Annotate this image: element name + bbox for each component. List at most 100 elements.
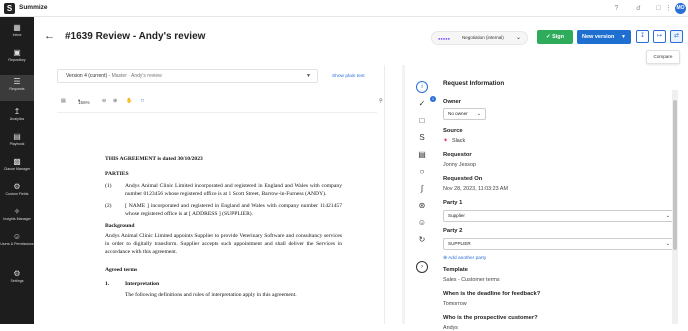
- party-2-paragraph: (2) [ NAME ] incorporated and registered…: [105, 202, 342, 218]
- people-icon[interactable]: ☺: [416, 217, 428, 229]
- doc-toolbar: ▤ 156% ▾ ⊖ ⊕ ✋ □ ⚲: [57, 96, 385, 108]
- sidebar-item-custom-fields[interactable]: ⚙ Custom Fields: [0, 180, 34, 204]
- search-icon[interactable]: ⚲: [379, 98, 383, 104]
- customer-label: Who is the prospective customer?: [443, 315, 538, 321]
- stage-select[interactable]: ●●●●● Negotiation (internal) ⌄: [431, 31, 528, 45]
- grid-icon[interactable]: ⋮: [664, 4, 673, 13]
- background-heading: Background: [105, 223, 135, 229]
- sidebar-item-users-permissions[interactable]: ☺ Users & Permissions: [0, 230, 34, 258]
- sidebar-item-label: Settings: [10, 279, 24, 283]
- select-icon[interactable]: □: [141, 98, 144, 104]
- help-icon[interactable]: ?: [612, 4, 621, 13]
- paragraph-number: (1): [105, 183, 112, 189]
- clause-icon: ▩: [13, 157, 21, 166]
- paragraph-text: [ NAME ] incorporated and registered in …: [125, 203, 342, 217]
- panel-scrollbar[interactable]: [672, 90, 678, 324]
- agreement-heading: THIS AGREEMENT is dated 30/10/2023: [105, 156, 203, 162]
- document-scrollbar[interactable]: [402, 65, 405, 324]
- party1-label: Party 1: [443, 200, 463, 206]
- bell-icon[interactable]: ☌: [634, 4, 643, 13]
- info-icon[interactable]: i: [416, 81, 428, 93]
- sidebar-item-label: Users & Permissions: [0, 242, 34, 246]
- source-value: Slack: [452, 138, 466, 144]
- background-paragraph: Andys Animal Clinic Limited appoints Sup…: [105, 233, 342, 255]
- custom-fields-icon: ⚙: [13, 182, 21, 191]
- sign-label: Sign: [552, 34, 565, 40]
- agreed-terms-heading: Agreed terms: [105, 267, 138, 273]
- request-info-panel: Request Information Owner No owner ⌄ Sour…: [443, 65, 675, 331]
- paragraph-number: (2): [105, 203, 112, 209]
- document-pane: Version 4 (current) - Master · Andy's re…: [51, 65, 385, 324]
- new-version-label: New version: [582, 34, 615, 40]
- settings-icon: ⚙: [13, 269, 21, 278]
- party1-select[interactable]: Supplier ⌄: [443, 210, 675, 222]
- chevron-down-icon: ⌄: [476, 111, 481, 117]
- party2-select[interactable]: SUPPLIER ⌄: [443, 238, 675, 250]
- requestor-label: Requestor: [443, 152, 472, 158]
- inbox-icon[interactable]: □: [654, 4, 663, 13]
- zoom-out-icon[interactable]: ⊖: [102, 98, 106, 104]
- sidebar-item-inbox[interactable]: ▦ Inbox: [0, 21, 34, 45]
- add-party-link[interactable]: ⊕ Add another party: [443, 256, 486, 261]
- avatar[interactable]: MO: [675, 3, 686, 14]
- customer-value: Andys: [443, 325, 458, 331]
- sidebar-item-playbook[interactable]: ▤ Playbook: [0, 130, 34, 154]
- sidebar-item-repository[interactable]: ▣ Repository: [0, 46, 34, 70]
- requested-on-label: Requested On: [443, 176, 483, 182]
- progress-dots-icon: ●●●●●: [438, 36, 451, 41]
- inbox-icon: ▦: [13, 23, 21, 32]
- workflow-icon[interactable]: ⊛: [416, 200, 428, 212]
- chevron-down-icon: ⌄: [515, 35, 521, 41]
- zoom-select[interactable]: 156% ▾: [78, 98, 90, 105]
- owner-select[interactable]: No owner ⌄: [443, 108, 486, 120]
- chevron-down-icon: ▼: [306, 73, 311, 79]
- chevron-down-icon: ⌄: [665, 213, 670, 219]
- download-icon[interactable]: ↧: [636, 30, 649, 43]
- requested-on-value: Nov 28, 2023, 11:03:23 AM: [443, 186, 508, 192]
- back-arrow-icon[interactable]: ←: [44, 30, 55, 42]
- party-1-paragraph: (1) Andys Animal Clinic Limited incorpor…: [105, 182, 342, 198]
- comments-icon[interactable]: □: [416, 115, 428, 127]
- version-select[interactable]: Version 4 (current) - Master · Andy's re…: [57, 69, 318, 83]
- sidebar-item-clause-manager[interactable]: ▩ Clause Manager: [0, 155, 34, 179]
- sidebar-item-label: Repository: [8, 58, 26, 62]
- sidebar-item-analytics[interactable]: ↥ Analytics: [0, 105, 34, 129]
- summize-s-icon[interactable]: S: [416, 132, 428, 144]
- interpretation-heading-row: 1. Interpretation: [105, 280, 342, 288]
- sidebar-item-label: Playbook: [9, 142, 25, 146]
- sidebar-item-label: Custom Fields: [5, 192, 29, 196]
- source-label: Source: [443, 128, 463, 134]
- party2-label: Party 2: [443, 228, 463, 234]
- history-icon[interactable]: ↻: [416, 234, 428, 246]
- summize-logo: S: [4, 3, 15, 14]
- expand-chevron-icon[interactable]: ›: [416, 261, 428, 273]
- paragraph-text: Andys Animal Clinic Limited incorporated…: [125, 183, 342, 197]
- users-icon: ☺: [12, 232, 22, 241]
- page-icon[interactable]: ▤: [61, 98, 66, 104]
- stage-label: Negotiation (internal): [462, 35, 504, 40]
- attachment-icon[interactable]: ∫: [416, 183, 428, 195]
- chevron-down-icon: ⌄: [665, 241, 670, 247]
- zoom-in-icon[interactable]: ⊕: [113, 98, 117, 104]
- book-icon[interactable]: ▤: [416, 149, 428, 161]
- main-area: ← #1639 Review - Andy's review ●●●●● Neg…: [34, 17, 688, 331]
- requestor-value: Jonny Jessop: [443, 162, 476, 168]
- compare-icon[interactable]: ⇄: [670, 30, 683, 43]
- version-label: Version 4 (current): [66, 73, 108, 79]
- show-plain-text-link[interactable]: Show plain text: [332, 74, 365, 79]
- deadline-value: Tomorrow: [443, 301, 467, 307]
- owner-value: No owner: [448, 111, 468, 116]
- pan-hand-icon[interactable]: ✋: [126, 98, 132, 104]
- add-party-label: Add another party: [448, 256, 487, 261]
- new-version-button[interactable]: New version ▼: [577, 30, 631, 44]
- sidebar-item-label: Insights Manager: [3, 217, 31, 221]
- tasks-check-icon[interactable]: ✓ 1: [416, 96, 436, 110]
- sidebar-item-insights-manager[interactable]: ✧ Insights Manager: [0, 205, 34, 229]
- scrollbar-thumb[interactable]: [673, 100, 677, 250]
- document-text: THIS AGREEMENT is dated 30/10/2023 PARTI…: [105, 155, 342, 299]
- sign-button[interactable]: ✓ Sign: [537, 30, 573, 44]
- lightbulb-icon[interactable]: ○: [416, 166, 428, 178]
- sidebar-item-settings[interactable]: ⚙ Settings: [0, 267, 34, 291]
- sidebar-item-requests[interactable]: ☰ Requests: [0, 75, 34, 101]
- export-icon[interactable]: ↦: [653, 30, 666, 43]
